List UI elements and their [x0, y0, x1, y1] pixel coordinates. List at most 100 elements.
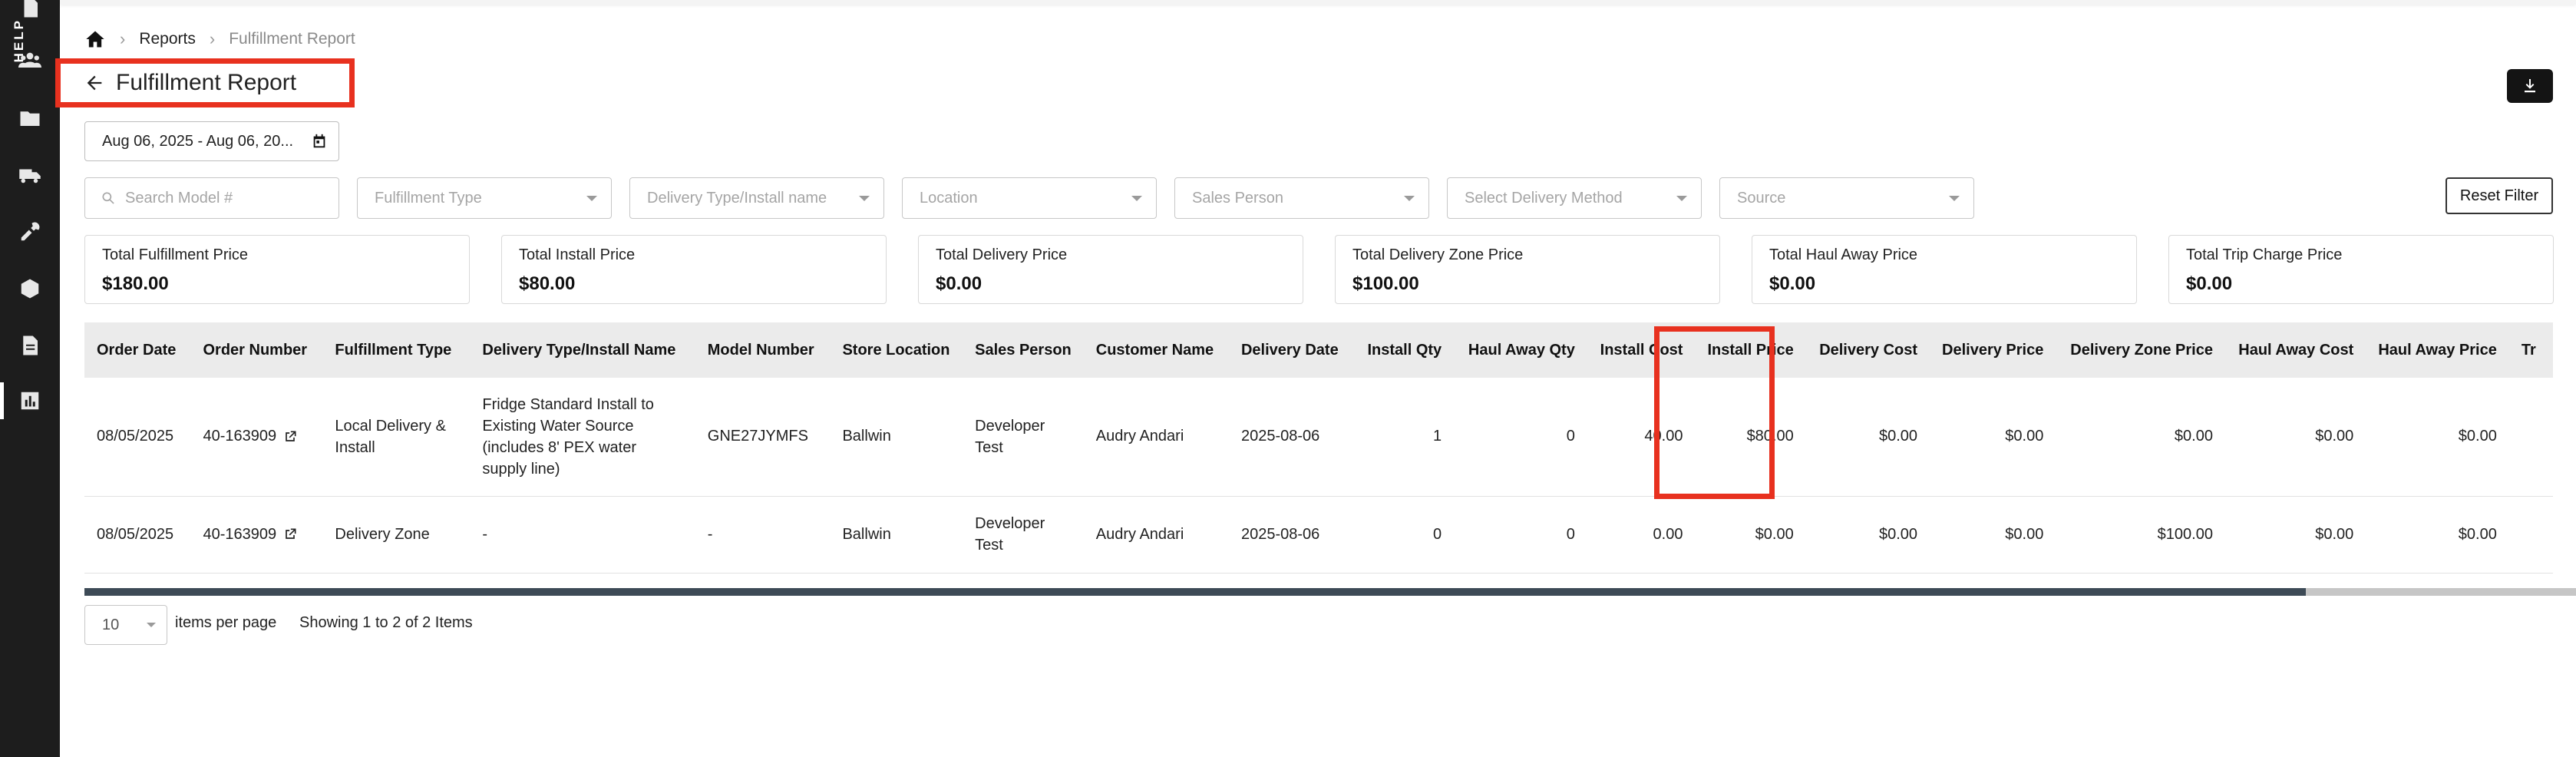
fulfillment-type-text: Local Delivery & Install: [335, 417, 446, 456]
chevron-down-icon: [147, 623, 156, 627]
cell-trip-charge: [2508, 496, 2553, 574]
download-button[interactable]: [2507, 69, 2553, 103]
table-row: 08/05/2025 40-163909 Delivery Zone - - B…: [84, 496, 2553, 574]
column-header[interactable]: Delivery Type/Install Name: [470, 322, 695, 378]
sales-person-select[interactable]: Sales Person: [1174, 177, 1429, 219]
main-content: › Reports › Fulfillment Report Fulfillme…: [55, 0, 2576, 757]
reset-filter-button[interactable]: Reset Filter: [2446, 177, 2553, 214]
column-header[interactable]: Delivery Date: [1229, 322, 1354, 378]
summary-card: Total Delivery Price $0.00: [918, 235, 1303, 304]
summary-card: Total Trip Charge Price $0.00: [2168, 235, 2554, 304]
sidebar: [0, 0, 60, 757]
summary-label: Total Delivery Price: [936, 246, 1068, 263]
column-header[interactable]: Store Location: [830, 322, 963, 378]
sales-person-text: Developer Test: [975, 515, 1045, 554]
source-placeholder: Source: [1737, 189, 1786, 207]
cell-delivery-zone-price: $0.00: [2056, 378, 2225, 497]
items-per-page-select[interactable]: 10: [84, 605, 167, 645]
delivery-type-text: Fridge Standard Install to Existing Wate…: [482, 395, 654, 478]
document-icon[interactable]: [0, 0, 60, 31]
chevron-down-icon: [586, 195, 597, 201]
chevron-right-icon: ›: [120, 29, 126, 48]
back-arrow-icon[interactable]: [84, 72, 105, 94]
column-header[interactable]: Fulfillment Type: [322, 322, 470, 378]
cell-fulfillment-type: Local Delivery & Install: [322, 378, 471, 497]
cell-order-number: 40-163909: [190, 378, 323, 497]
pagination-summary: Showing 1 to 2 of 2 Items: [299, 614, 473, 631]
external-link-icon[interactable]: [282, 429, 298, 445]
column-header[interactable]: Delivery Zone Price: [2056, 322, 2225, 378]
breadcrumb-current: Fulfillment Report: [229, 30, 355, 48]
summary-label: Total Haul Away Price: [1769, 246, 1918, 263]
truck-icon[interactable]: [0, 152, 60, 198]
bar-chart-icon[interactable]: [0, 378, 60, 424]
horizontal-scrollbar-thumb[interactable]: [84, 588, 2306, 596]
cell-store-location: Ballwin: [830, 378, 963, 497]
delivery-type-select[interactable]: Delivery Type/Install name: [629, 177, 884, 219]
cell-customer-name: Audry Andari: [1083, 378, 1229, 497]
fulfillment-type-select[interactable]: Fulfillment Type: [357, 177, 612, 219]
page-title-highlight: Fulfillment Report: [55, 58, 355, 107]
cell-haul-away-cost: $0.00: [2224, 496, 2366, 574]
summary-value: $100.00: [1352, 273, 1419, 294]
cell-install-price: $0.00: [1695, 496, 1806, 574]
download-icon: [2525, 79, 2535, 93]
cell-install-cost: 0.00: [1587, 496, 1696, 574]
column-header[interactable]: Delivery Cost: [1806, 322, 1930, 378]
report-table: Order Date Order Number Fulfillment Type…: [84, 322, 2553, 574]
summary-card: Total Install Price $80.00: [501, 235, 887, 304]
sales-person-text: Developer Test: [975, 417, 1045, 456]
source-select[interactable]: Source: [1719, 177, 1974, 219]
file-icon[interactable]: [0, 322, 60, 369]
order-number-link[interactable]: 40-163909: [203, 526, 277, 544]
date-range-picker[interactable]: Aug 06, 2025 - Aug 06, 20...: [84, 121, 339, 161]
cell-order-date: 08/05/2025: [84, 378, 191, 497]
column-header[interactable]: Customer Name: [1084, 322, 1229, 378]
cell-haul-away-cost: $0.00: [2224, 378, 2366, 497]
column-header[interactable]: Haul Away Qty: [1454, 322, 1587, 378]
tools-icon[interactable]: [0, 209, 60, 255]
chevron-down-icon: [1131, 195, 1142, 201]
column-header[interactable]: Tr: [2509, 322, 2553, 378]
column-header[interactable]: Order Number: [191, 322, 323, 378]
column-header[interactable]: Haul Away Cost: [2225, 322, 2366, 378]
order-number-link[interactable]: 40-163909: [203, 428, 277, 445]
column-header[interactable]: Sales Person: [963, 322, 1084, 378]
cell-sales-person: Developer Test: [963, 496, 1084, 574]
external-link-icon[interactable]: [282, 527, 298, 542]
cell-customer-name: Audry Andari: [1083, 496, 1229, 574]
cell-install-qty: 1: [1353, 378, 1455, 497]
column-header[interactable]: Install Qty: [1354, 322, 1454, 378]
items-per-page-value: 10: [102, 616, 120, 633]
breadcrumb-reports[interactable]: Reports: [139, 30, 196, 48]
column-header[interactable]: Delivery Price: [1930, 322, 2056, 378]
chevron-down-icon: [1949, 195, 1960, 201]
calendar-icon[interactable]: [311, 133, 328, 150]
column-header[interactable]: Order Date: [84, 322, 191, 378]
users-icon[interactable]: [0, 37, 60, 83]
chevron-down-icon: [1404, 195, 1415, 201]
cell-sales-person: Developer Test: [963, 378, 1084, 497]
summary-card: Total Delivery Zone Price $100.00: [1335, 235, 1720, 304]
sales-person-placeholder: Sales Person: [1192, 189, 1283, 207]
box-icon[interactable]: [0, 266, 60, 312]
cell-delivery-price: $0.00: [1930, 496, 2056, 574]
cell-delivery-price: $0.00: [1930, 378, 2056, 497]
cell-model-number: GNE27JYMFS: [695, 378, 831, 497]
search-model-input[interactable]: Search Model #: [84, 177, 339, 219]
column-header[interactable]: Model Number: [695, 322, 831, 378]
delivery-method-select[interactable]: Select Delivery Method: [1447, 177, 1702, 219]
cell-install-qty: 0: [1353, 496, 1455, 574]
table-row: 08/05/2025 40-163909 Local Delivery & In…: [84, 378, 2553, 497]
folder-icon[interactable]: [0, 95, 60, 141]
chevron-down-icon: [859, 195, 870, 201]
report-table-container[interactable]: Order Date Order Number Fulfillment Type…: [84, 322, 2553, 591]
home-icon[interactable]: [84, 28, 106, 50]
summary-value: $80.00: [519, 273, 576, 294]
summary-value: $0.00: [936, 273, 983, 294]
cell-delivery-type: Fridge Standard Install to Existing Wate…: [470, 378, 695, 497]
breadcrumb: › Reports › Fulfillment Report: [84, 28, 355, 51]
column-header[interactable]: Haul Away Price: [2366, 322, 2509, 378]
location-select[interactable]: Location: [902, 177, 1157, 219]
delivery-type-placeholder: Delivery Type/Install name: [647, 189, 827, 207]
